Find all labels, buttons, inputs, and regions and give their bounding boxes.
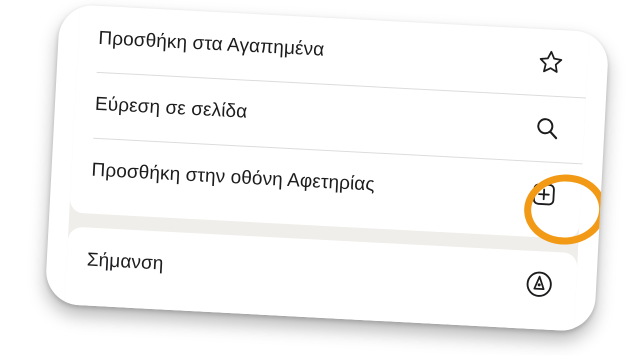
markup-pen-icon — [523, 269, 555, 301]
share-sheet-card: Προσθήκη στα Αγαπημένα Εύρεση σε σελίδα — [44, 3, 610, 333]
find-on-page-label: Εύρεση σε σελίδα — [94, 93, 248, 123]
add-to-home-screen-label: Προσθήκη στην οθόνη Αφετηρίας — [91, 159, 376, 196]
star-icon — [535, 47, 567, 79]
actions-group-primary: Προσθήκη στα Αγαπημένα Εύρεση σε σελίδα — [69, 4, 590, 240]
search-icon — [532, 113, 564, 145]
markup-label: Σήμανση — [86, 249, 165, 275]
actions-group-secondary: Σήμανση — [63, 226, 578, 333]
add-to-favorites-label: Προσθήκη στα Αγαπημένα — [97, 27, 325, 61]
actions-list: Προσθήκη στα Αγαπημένα Εύρεση σε σελίδα — [63, 4, 590, 333]
markup-row[interactable]: Σήμανση — [65, 227, 578, 320]
